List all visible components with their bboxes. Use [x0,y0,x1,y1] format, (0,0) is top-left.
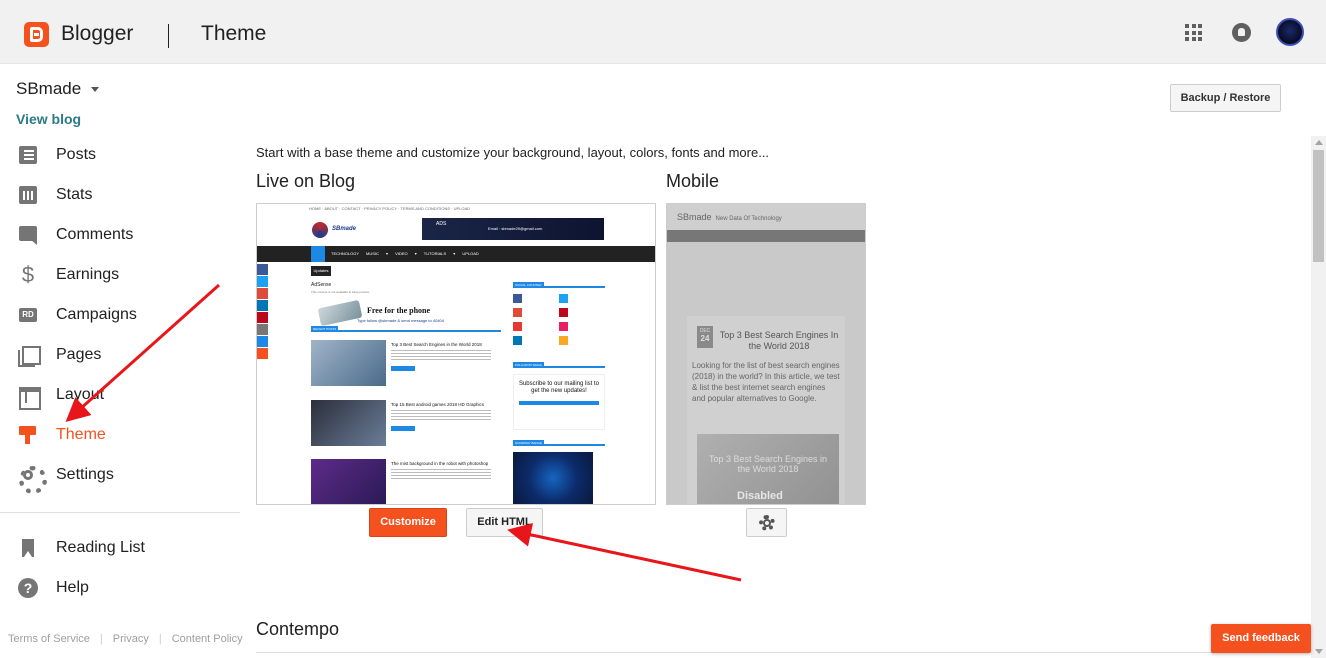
mobile-preview-date: DEC 24 [697,326,713,348]
live-on-blog-title: Live on Blog [256,171,356,191]
edit-html-button[interactable]: Edit HTML [466,508,543,537]
preview-post: The mist background in the robot with ph… [311,459,501,504]
comments-icon [16,223,40,247]
preview-post: Top 3 Best Search Engines in the World 2… [311,340,501,388]
app-name[interactable]: Blogger [61,22,133,46]
settings-icon [16,463,47,494]
caret-down-icon [91,87,100,93]
footer-links: Terms of Service | Privacy | Content Pol… [8,633,253,645]
sidebar-item-label: Theme [56,426,106,443]
sidebar-item-pages[interactable]: Pages [16,343,101,367]
preview-badge-header: GOODWAY BADGE [513,440,605,446]
account-avatar[interactable] [1276,18,1304,46]
sidebar-item-layout[interactable]: Layout [16,383,105,410]
sidebar-item-label: Stats [56,186,93,203]
page-title: Theme [201,22,267,45]
preview-ad-banner: ADS Email : sbmade29@gmail.com [422,218,604,240]
apps-grid-icon[interactable] [1185,24,1202,41]
sidebar-item-label: Posts [56,146,97,163]
sidebar-item-label: Settings [56,466,114,483]
intro-text: Start with a base theme and customize yo… [256,145,770,160]
scroll-up-arrow-icon[interactable] [1315,140,1323,145]
layout-icon [16,383,41,410]
sidebar-item-stats[interactable]: Stats [16,183,92,207]
preview-social-counter-header: SOCIAL COUNTER [513,282,605,288]
sidebar-item-posts[interactable]: Posts [16,143,96,167]
sidebar-item-label: Campaigns [56,306,137,323]
send-feedback-button[interactable]: Send feedback [1211,624,1311,653]
contempo-theme-title: Contempo [256,619,340,639]
blog-name: SBmade [16,79,82,98]
scrollbar-thumb[interactable] [1313,150,1324,262]
preview-badge-image [513,452,593,504]
sidebar-item-help[interactable]: ? Help [16,576,89,600]
preview-subscribe-box: Subscribe to our mailing list to get the… [513,374,605,430]
theme-icon [16,423,40,447]
annotation-arrows [65,283,742,582]
separator: | [99,633,103,645]
sidebar-item-earnings[interactable]: $ Earnings [16,263,119,287]
campaigns-icon [16,303,40,327]
customize-button[interactable]: Customize [369,508,447,537]
preview-post: Top 15 Best android games 2018 HD Graphi… [311,400,501,448]
mobile-preview-post-card: DEC 24 Top 3 Best Search Engines In the W… [687,316,845,504]
sidebar-item-label: Layout [56,386,105,403]
sidebar-item-settings[interactable]: Settings [16,463,114,494]
sidebar-item-label: Help [56,579,89,596]
blogger-logo-icon[interactable] [24,22,49,47]
help-icon: ? [18,578,38,598]
live-theme-preview[interactable]: HOME · ABOUT · CONTACT · PRIVACY POLICY … [256,203,656,505]
earnings-icon: $ [21,262,35,287]
preview-site-logo: SBmade [312,220,392,242]
preview-updates-label: Updates [311,266,331,276]
vertical-scrollbar[interactable] [1311,136,1326,658]
separator: | [158,633,162,645]
preview-adsense: AdSense This content is not available in… [311,282,370,294]
mobile-settings-button[interactable] [746,508,787,537]
sidebar-item-reading-list[interactable]: Reading List [16,536,145,560]
scroll-down-arrow-icon[interactable] [1315,649,1323,654]
preview-top-links: HOME · ABOUT · CONTACT · PRIVACY POLICY … [309,206,471,211]
preview-social-icons [513,294,605,345]
mobile-preview-nav [667,230,865,242]
mobile-title: Mobile [666,171,720,191]
pages-icon [16,343,41,367]
section-divider [256,652,1306,653]
mobile-preview-body: Looking for the list of best search engi… [692,361,840,403]
view-blog-link[interactable]: View blog [16,111,81,127]
sidebar-item-label: Reading List [56,539,145,556]
preview-follow-header: FOLLOW BY EMAIL [513,362,605,368]
stats-icon [16,183,40,207]
backup-restore-button[interactable]: Backup / Restore [1170,84,1281,112]
terms-link[interactable]: Terms of Service [8,633,90,645]
posts-icon [16,143,40,167]
sidebar-item-campaigns[interactable]: Campaigns [16,303,137,327]
sidebar-item-label: Pages [56,346,102,363]
arrow-to-edit-html [507,523,742,582]
gear-icon [759,515,775,531]
top-app-bar: Blogger Theme [0,0,1326,64]
mobile-preview-header: SBmade New Data Of Technology [667,204,865,230]
content-policy-link[interactable]: Content Policy [172,633,243,645]
blog-selector[interactable]: SBmade [16,79,100,99]
preview-recent-posts-header: RECENT POSTS [311,326,501,332]
sidebar-item-label: Earnings [56,266,120,283]
privacy-link[interactable]: Privacy [113,633,149,645]
sidebar-divider [0,512,240,513]
mobile-theme-preview[interactable]: SBmade New Data Of Technology DEC 24 Top 3… [666,203,866,505]
reading-list-icon [16,536,40,560]
sidebar-item-theme[interactable]: Theme [16,423,106,447]
sidebar-item-label: Comments [56,226,134,243]
preview-nav-bar: TECHNOLOGY MUSIC ▾ VIDEO ▾ TUTORIALS ▾ U… [257,246,655,262]
notifications-icon[interactable] [1232,23,1251,42]
preview-share-buttons [257,264,268,360]
mobile-preview-title: Top 3 Best Search Engines In the World 2… [719,330,839,351]
mobile-preview-image: Top 3 Best Search Engines in the World 2… [697,434,839,504]
header-divider [168,24,169,48]
sidebar-item-comments[interactable]: Comments [16,223,133,247]
